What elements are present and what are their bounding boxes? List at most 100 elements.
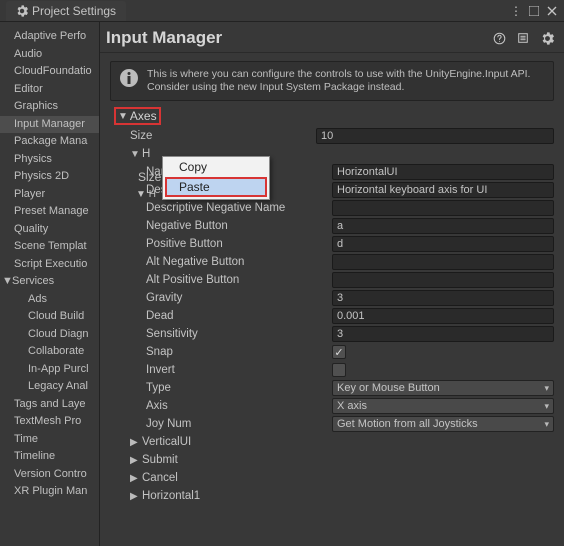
sidebar-item[interactable]: Player: [0, 186, 99, 204]
content-header: Input Manager: [100, 22, 564, 53]
help-icon[interactable]: [492, 31, 506, 45]
sidebar-item[interactable]: Quality: [0, 221, 99, 239]
text-input[interactable]: [332, 200, 554, 216]
menu-item-paste[interactable]: Paste: [165, 177, 267, 197]
sidebar-item-label: Cloud Build: [28, 310, 84, 322]
checkbox[interactable]: [332, 363, 346, 377]
sidebar-item-label: Graphics: [14, 100, 58, 112]
sidebar-item-label: Timeline: [14, 450, 55, 462]
text-input[interactable]: [332, 218, 554, 234]
sidebar-item[interactable]: XR Plugin Man: [0, 483, 99, 501]
sidebar-item[interactable]: Graphics: [0, 98, 99, 116]
sidebar-item[interactable]: Audio: [0, 46, 99, 64]
text-input[interactable]: [332, 326, 554, 342]
preset-icon[interactable]: [516, 31, 530, 45]
window-close-icon[interactable]: [546, 5, 558, 17]
dropdown[interactable]: Get Motion from all Joysticks▾: [332, 416, 554, 432]
sidebar-item[interactable]: Physics 2D: [0, 168, 99, 186]
sidebar-item-label: Editor: [14, 83, 43, 95]
settings-icon[interactable]: [540, 31, 554, 45]
property-row: Negative Button: [146, 217, 554, 235]
sidebar-item[interactable]: Legacy Anal: [0, 378, 99, 396]
sidebar-item[interactable]: Tags and Laye: [0, 396, 99, 414]
text-input[interactable]: [332, 272, 554, 288]
sidebar-item[interactable]: Script Executio: [0, 256, 99, 274]
property-row: Alt Positive Button: [146, 271, 554, 289]
sidebar-item[interactable]: Package Mana: [0, 133, 99, 151]
dropdown[interactable]: Key or Mouse Button▾: [332, 380, 554, 396]
property-label: Negative Button: [146, 220, 332, 232]
text-input[interactable]: [332, 308, 554, 324]
axes-foldout[interactable]: ▼ Axes: [114, 107, 161, 125]
sidebar-item[interactable]: Time: [0, 431, 99, 449]
menu-item-copy[interactable]: Copy: [163, 157, 269, 177]
sidebar-item[interactable]: Version Contro: [0, 466, 99, 484]
sidebar-item-label: Services: [12, 275, 54, 287]
property-row: Dead: [146, 307, 554, 325]
sidebar-item-label: Legacy Anal: [28, 380, 88, 392]
property-label: Descriptive Negative Name: [146, 202, 332, 214]
sidebar-item[interactable]: Collaborate: [0, 343, 99, 361]
property-row: Snap✓: [146, 343, 554, 361]
sidebar-item[interactable]: Ads: [0, 291, 99, 309]
property-row: Sensitivity: [146, 325, 554, 343]
sidebar-item-label: Tags and Laye: [14, 398, 86, 410]
info-icon: [119, 68, 139, 88]
property-label: Sensitivity: [146, 328, 332, 340]
property-label: Positive Button: [146, 238, 332, 250]
chevron-down-icon: ▼: [2, 274, 12, 290]
text-input[interactable]: [332, 164, 554, 180]
property-row: TypeKey or Mouse Button▾: [146, 379, 554, 397]
sidebar-item[interactable]: Scene Templat: [0, 238, 99, 256]
sidebar-item-label: Audio: [14, 48, 42, 60]
axes-label: Axes: [130, 109, 157, 123]
axis-foldout[interactable]: ▶Submit: [130, 451, 554, 469]
sidebar-item[interactable]: Timeline: [0, 448, 99, 466]
sidebar-item[interactable]: In-App Purcl: [0, 361, 99, 379]
sidebar-item-label: Input Manager: [14, 118, 85, 130]
property-row: AxisX axis▾: [146, 397, 554, 415]
size-input[interactable]: [316, 128, 554, 144]
window-dock-icon[interactable]: [528, 5, 540, 17]
property-label: Axis: [146, 400, 332, 412]
sidebar-item[interactable]: Input Manager: [0, 116, 99, 134]
text-input[interactable]: [332, 236, 554, 252]
sidebar-item-label: Physics 2D: [14, 170, 69, 182]
text-input[interactable]: [332, 254, 554, 270]
sidebar-item[interactable]: Cloud Build: [0, 308, 99, 326]
property-label: ▶VerticalUI: [130, 436, 316, 448]
gear-icon: [16, 5, 28, 17]
sidebar-item[interactable]: ▼Services: [0, 273, 99, 291]
sidebar-item[interactable]: Adaptive Perfo: [0, 28, 99, 46]
property-row: Joy NumGet Motion from all Joysticks▾: [146, 415, 554, 433]
property-label: ▶Submit: [130, 454, 316, 466]
window-title: Project Settings: [32, 4, 116, 18]
property-row: Size: [130, 127, 554, 145]
property-row: Descriptive Negative Name: [146, 199, 554, 217]
context-menu: Copy Paste: [162, 156, 270, 200]
axis-foldout[interactable]: ▶VerticalUI: [130, 433, 554, 451]
sidebar-item[interactable]: Editor: [0, 81, 99, 99]
axis-foldout[interactable]: ▶Horizontal1: [130, 487, 554, 505]
sidebar-item-label: Player: [14, 188, 45, 200]
window-more-icon[interactable]: ⋮: [510, 5, 522, 17]
checkbox[interactable]: ✓: [332, 345, 346, 359]
titlebar: Project Settings ⋮: [0, 0, 564, 22]
chevron-down-icon: ▼ H: [136, 189, 156, 200]
property-label: Type: [146, 382, 332, 394]
property-row: Gravity: [146, 289, 554, 307]
sidebar-item[interactable]: Preset Manage: [0, 203, 99, 221]
sidebar: Adaptive Perfo Audio CloudFoundatio Editor G…: [0, 22, 100, 546]
text-input[interactable]: [332, 290, 554, 306]
sidebar-item[interactable]: Physics: [0, 151, 99, 169]
property-label: Snap: [146, 346, 332, 358]
dropdown[interactable]: X axis▾: [332, 398, 554, 414]
tab-project-settings[interactable]: Project Settings: [6, 1, 126, 21]
sidebar-item[interactable]: Cloud Diagn: [0, 326, 99, 344]
sidebar-item[interactable]: CloudFoundatio: [0, 63, 99, 81]
axis-foldout[interactable]: ▶Cancel: [130, 469, 554, 487]
sidebar-item[interactable]: TextMesh Pro: [0, 413, 99, 431]
sidebar-item-label: Physics: [14, 153, 52, 165]
text-input[interactable]: [332, 182, 554, 198]
sidebar-item-label: Quality: [14, 223, 48, 235]
